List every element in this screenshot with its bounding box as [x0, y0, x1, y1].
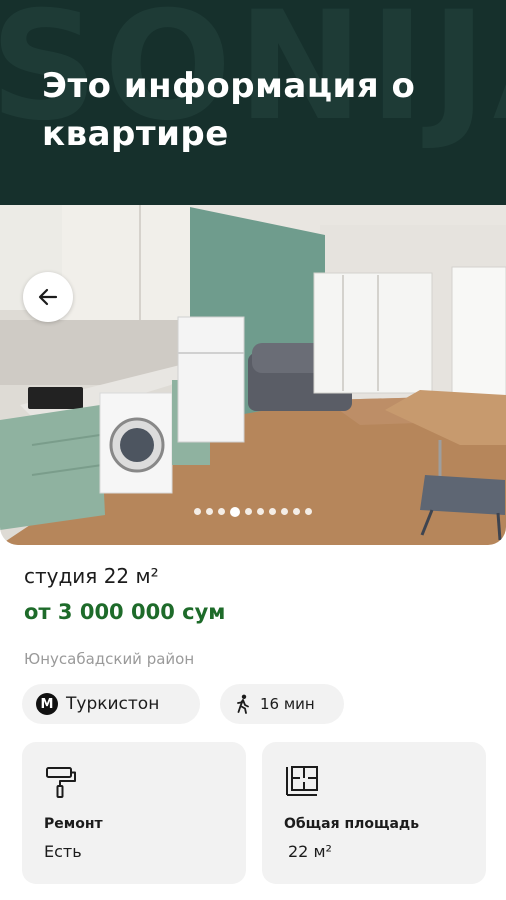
arrow-left-icon: [38, 288, 58, 306]
pagination-dot[interactable]: [230, 506, 240, 517]
metro-chip[interactable]: M Туркистон: [22, 684, 200, 724]
apartment-photo: [0, 205, 506, 545]
feature-tile-renovation: Ремонт Есть: [22, 742, 246, 884]
walk-time: 16 мин: [260, 695, 315, 713]
pagination-dot[interactable]: [305, 508, 312, 515]
feature-label: Ремонт: [44, 816, 103, 832]
feature-label: Общая площадь: [284, 816, 420, 832]
pagination-dot[interactable]: [245, 508, 252, 515]
pagination-dot[interactable]: [218, 508, 225, 515]
back-button[interactable]: [23, 272, 73, 322]
pagination-dot[interactable]: [257, 508, 264, 515]
metro-icon: M: [36, 693, 58, 715]
gallery-pagination: [0, 506, 506, 517]
floor-plan-icon: [286, 766, 318, 796]
paint-roller-icon: [46, 767, 76, 798]
feature-tile-area: Общая площадь 22 м²: [262, 742, 486, 884]
walking-person-icon: [237, 694, 249, 714]
pagination-dot[interactable]: [206, 508, 213, 515]
header: SONIJA Это информация о квартире: [0, 0, 506, 205]
listing-price: от 3 000 000 сум: [24, 600, 226, 624]
apartment-photo-gallery[interactable]: [0, 205, 506, 545]
feature-value: Есть: [44, 842, 82, 861]
listing-district: Юнусабадский район: [24, 650, 195, 668]
metro-station: Туркистон: [66, 694, 160, 714]
page-title: Это информация о квартире: [42, 66, 416, 154]
walk-time-chip[interactable]: 16 мин: [220, 684, 344, 724]
listing-title: студия 22 м²: [24, 564, 159, 588]
pagination-dot[interactable]: [293, 508, 300, 515]
pagination-dot[interactable]: [269, 508, 276, 515]
pagination-dot[interactable]: [281, 508, 288, 515]
pagination-dot[interactable]: [194, 508, 201, 515]
feature-value: 22 м²: [288, 842, 332, 861]
